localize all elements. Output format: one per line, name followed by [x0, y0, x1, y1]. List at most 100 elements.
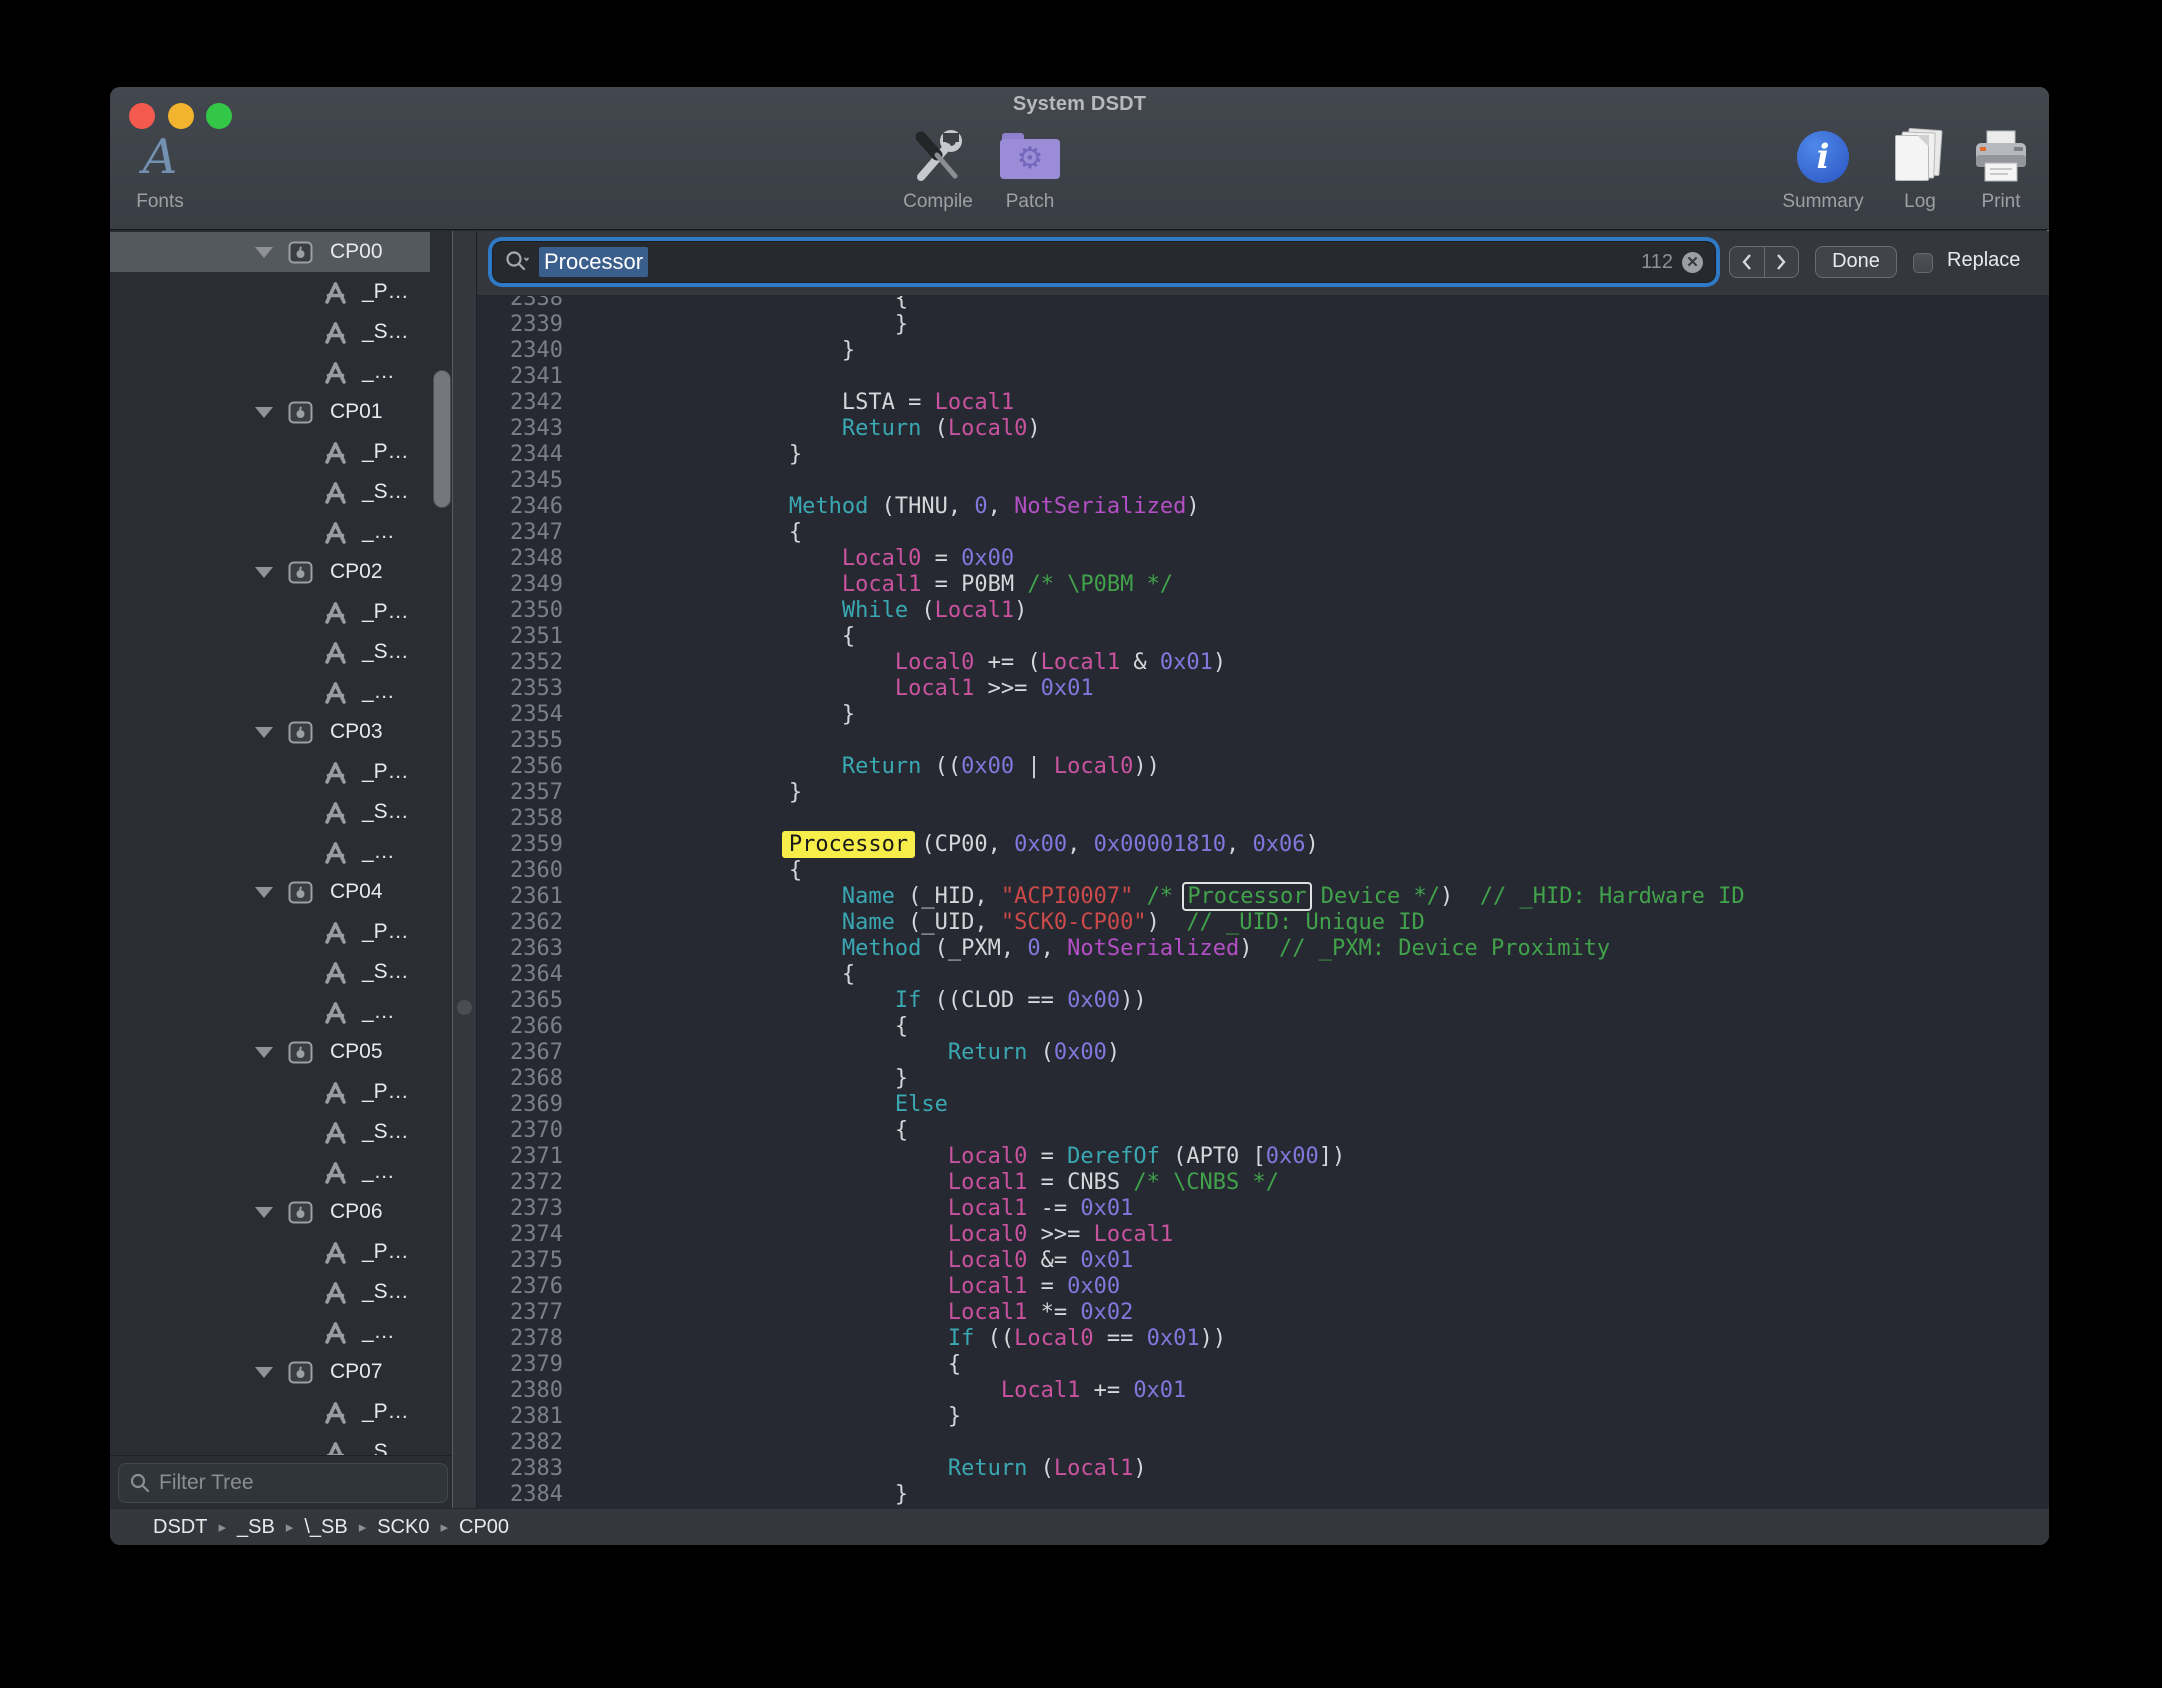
- filter-zone: Filter Tree: [110, 1455, 452, 1508]
- code-line: 2379 {: [477, 1352, 2049, 1378]
- code-editor[interactable]: 2338 {2339 }2340 }23412342 LSTA = Local1…: [477, 296, 2049, 1508]
- tree-child-row[interactable]: _S…: [110, 952, 430, 992]
- tree-group-row[interactable]: CP04: [110, 872, 430, 912]
- breadcrumb-separator-icon: ▸: [359, 1518, 367, 1536]
- code-line: 2351 {: [477, 624, 2049, 650]
- tree-group-row[interactable]: CP01: [110, 392, 430, 432]
- breadcrumb-item[interactable]: _SB: [237, 1516, 275, 1539]
- code-line: 2384 }: [477, 1482, 2049, 1508]
- code-line: 2380 Local1 += 0x01: [477, 1378, 2049, 1404]
- disclosure-triangle-icon[interactable]: [255, 1047, 273, 1058]
- tree-child-row[interactable]: _…: [110, 1152, 430, 1192]
- find-bar: Processor 112 ✕ Done Replace: [477, 231, 2049, 296]
- find-next-button[interactable]: [1765, 247, 1799, 277]
- breadcrumb-item[interactable]: DSDT: [153, 1516, 207, 1539]
- code-line: 2339 }: [477, 312, 2049, 338]
- line-number: 2364: [477, 962, 563, 988]
- sidebar-scrollbar[interactable]: [433, 370, 451, 508]
- tree-child-row[interactable]: _P…: [110, 592, 430, 632]
- tree-child-row[interactable]: _…: [110, 992, 430, 1032]
- disclosure-triangle-icon[interactable]: [255, 727, 273, 738]
- clear-search-icon[interactable]: ✕: [1682, 252, 1703, 273]
- tree-child-row[interactable]: _P…: [110, 1232, 430, 1272]
- disclosure-triangle-icon[interactable]: [255, 247, 273, 258]
- tree-child-row[interactable]: _P…: [110, 912, 430, 952]
- method-icon: [322, 799, 349, 826]
- breadcrumb-item[interactable]: CP00: [459, 1516, 509, 1539]
- line-content: Else: [563, 1092, 948, 1118]
- tree-group-row[interactable]: CP07: [110, 1352, 430, 1392]
- line-content: {: [563, 962, 855, 988]
- tree-child-row[interactable]: _…: [110, 832, 430, 872]
- line-content: Name (_HID, "ACPI0007" /* Processor Devi…: [563, 884, 1745, 910]
- tree-child-row[interactable]: _P…: [110, 432, 430, 472]
- tree-child-row[interactable]: _…: [110, 1312, 430, 1352]
- line-number: 2360: [477, 858, 563, 884]
- line-number: 2370: [477, 1118, 563, 1144]
- tree-child-row[interactable]: _…: [110, 352, 430, 392]
- breadcrumb-item[interactable]: SCK0: [377, 1516, 429, 1539]
- tree-child-row[interactable]: _S…: [110, 1272, 430, 1312]
- tree-child-row[interactable]: _P…: [110, 752, 430, 792]
- line-content: Local0 &= 0x01: [563, 1248, 1133, 1274]
- toolbar-item-fonts[interactable]: A Fonts: [110, 125, 220, 217]
- tree-child-row[interactable]: _S…: [110, 792, 430, 832]
- line-number: 2361: [477, 884, 563, 910]
- tree-child-row[interactable]: _S…: [110, 312, 430, 352]
- pane-splitter[interactable]: [452, 231, 477, 1508]
- line-number: 2353: [477, 676, 563, 702]
- tree-child-row[interactable]: _P…: [110, 1392, 430, 1432]
- line-content: }: [563, 780, 802, 806]
- breadcrumb-item[interactable]: \_SB: [304, 1516, 347, 1539]
- line-content: Local1 += 0x01: [563, 1378, 1186, 1404]
- line-number: 2380: [477, 1378, 563, 1404]
- tree-child-row[interactable]: _S…: [110, 1112, 430, 1152]
- replace-checkbox[interactable]: [1913, 253, 1933, 273]
- tree-item-label: _S…: [362, 1280, 409, 1304]
- tree-group-row[interactable]: CP03: [110, 712, 430, 752]
- splitter-handle-icon: [457, 1000, 472, 1015]
- breadcrumb: DSDT▸_SB▸\_SB▸SCK0▸CP00: [110, 1508, 2049, 1545]
- toolbar-item-patch[interactable]: ⚙ Patch: [970, 125, 1090, 217]
- tree-child-row[interactable]: _…: [110, 672, 430, 712]
- line-content: Method (THNU, 0, NotSerialized): [563, 494, 1200, 520]
- code-line: 2378 If ((Local0 == 0x01)): [477, 1326, 2049, 1352]
- disclosure-triangle-icon[interactable]: [255, 887, 273, 898]
- tree-child-row[interactable]: _…: [110, 512, 430, 552]
- find-previous-button[interactable]: [1730, 247, 1765, 277]
- tree-child-row[interactable]: _S…: [110, 1432, 430, 1455]
- method-icon: [322, 1159, 349, 1186]
- tree-child-row[interactable]: _S…: [110, 632, 430, 672]
- line-number: 2343: [477, 416, 563, 442]
- line-number: 2349: [477, 572, 563, 598]
- tree-item-label: CP06: [330, 1200, 383, 1224]
- search-menu-icon[interactable]: [505, 250, 529, 274]
- tree-group-row[interactable]: CP06: [110, 1192, 430, 1232]
- disclosure-triangle-icon[interactable]: [255, 1367, 273, 1378]
- code-line: 2382: [477, 1430, 2049, 1456]
- tree-item-label: CP04: [330, 880, 383, 904]
- tree-group-row[interactable]: CP00: [110, 232, 430, 272]
- line-content: {: [563, 520, 802, 546]
- line-number: 2372: [477, 1170, 563, 1196]
- toolbar-item-print[interactable]: Print: [1941, 125, 2049, 217]
- filter-tree-input[interactable]: Filter Tree: [118, 1463, 448, 1503]
- find-search-field[interactable]: Processor 112 ✕: [493, 242, 1715, 282]
- print-label: Print: [1941, 191, 2049, 213]
- method-icon: [322, 1399, 349, 1426]
- tree-item-label: _S…: [362, 800, 409, 824]
- tree-child-row[interactable]: _P…: [110, 272, 430, 312]
- tree-child-row[interactable]: _S…: [110, 472, 430, 512]
- line-number: 2377: [477, 1300, 563, 1326]
- disclosure-triangle-icon[interactable]: [255, 407, 273, 418]
- tree-group-row[interactable]: CP05: [110, 1032, 430, 1072]
- namespace-tree[interactable]: CP00_P…_S…_…CP01_P…_S…_…CP02_P…_S…_…CP03…: [110, 231, 452, 1455]
- disclosure-triangle-icon[interactable]: [255, 1207, 273, 1218]
- done-button[interactable]: Done: [1815, 246, 1897, 278]
- tree-child-row[interactable]: _P…: [110, 1072, 430, 1112]
- code-line: 2364 {: [477, 962, 2049, 988]
- disclosure-triangle-icon[interactable]: [255, 567, 273, 578]
- fonts-label: Fonts: [110, 191, 220, 213]
- tree-group-row[interactable]: CP02: [110, 552, 430, 592]
- line-number: 2342: [477, 390, 563, 416]
